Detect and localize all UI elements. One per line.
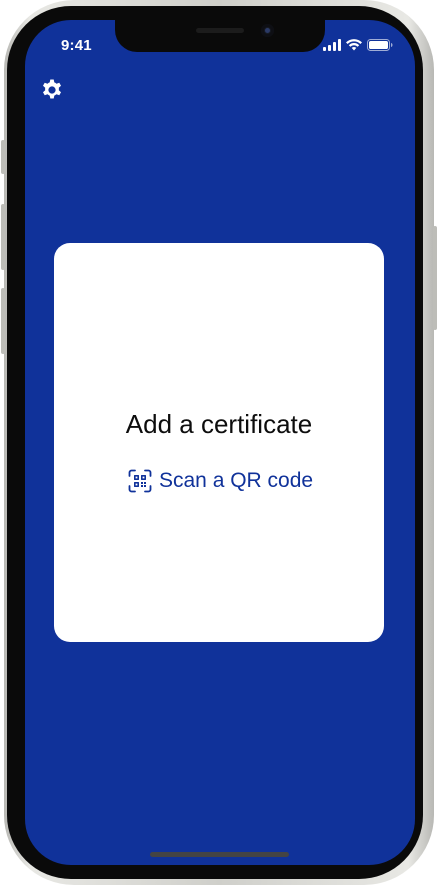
front-camera — [261, 24, 274, 37]
card-title: Add a certificate — [125, 409, 313, 439]
scan-qr-code-button[interactable]: Scan a QR code — [128, 467, 313, 495]
scan-qr-code-label: Scan a QR code — [159, 469, 314, 492]
phone-device: 9:41 Add a certificate Scan a QR code — [0, 0, 438, 885]
battery-icon — [367, 39, 393, 51]
signal-icon — [323, 39, 341, 51]
volume-up-button — [1, 204, 5, 270]
qr-scan-icon — [128, 469, 152, 493]
add-certificate-card: Add a certificate Scan a QR code — [54, 243, 384, 642]
mute-switch — [1, 140, 5, 174]
notch — [115, 20, 325, 52]
volume-down-button — [1, 288, 5, 354]
power-button — [433, 226, 437, 330]
home-indicator[interactable] — [150, 852, 289, 857]
app-screen: 9:41 Add a certificate Scan a QR code — [25, 20, 415, 865]
gear-icon — [43, 79, 61, 99]
status-icons — [323, 39, 393, 51]
wifi-icon — [346, 39, 362, 51]
status-time: 9:41 — [61, 37, 92, 54]
settings-button[interactable] — [40, 78, 64, 102]
earpiece-speaker — [196, 28, 244, 33]
